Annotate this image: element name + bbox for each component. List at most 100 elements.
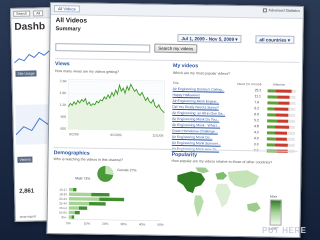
age-category-label: 25-34: [59, 197, 67, 201]
female-bar: [68, 201, 90, 206]
demographics-chart: Female 27% Male 73% 13-1718-2425-3435-4445…: [59, 165, 164, 227]
attention-negative-fill: [275, 143, 288, 147]
female-bar: [68, 206, 79, 210]
x-tick-label: 10%: [84, 222, 91, 226]
attention-bar: [266, 137, 295, 141]
male-bar: [89, 201, 106, 206]
views-percent: 5.2: [254, 118, 259, 123]
views-line-chart: 2.6K 1.8K 1.2K 900 6008/2/09 9/13/09 11/1/09: [59, 79, 165, 138]
attention-bar: [267, 89, 296, 93]
video-title-link[interactable]: Air Engineering Monk Engine...: [172, 99, 219, 104]
x-tick-label: 11/1/09: [152, 134, 163, 138]
popularity-title: Popularity: [171, 151, 198, 159]
age-category-label: 35-44: [59, 201, 67, 205]
views-percent: 4.3: [253, 130, 259, 135]
advanced-statistics-toggle[interactable]: Advanced Statistics: [262, 8, 300, 13]
age-category-label: 13-17: [59, 188, 67, 192]
video-title-link[interactable]: Green Homebrew Challenge...: [172, 129, 218, 134]
x-tick-label: 0%: [66, 221, 71, 225]
male-bar: [99, 197, 125, 202]
search-videos-button[interactable]: Search my videos: [154, 43, 198, 54]
date-range-value: Jul 1, 2009 - Nov 5, 2009: [181, 36, 235, 42]
map-legend: [269, 199, 282, 226]
male-label: Male 73%: [75, 176, 90, 180]
date-range-selector[interactable]: Jul 1, 2009 - Nov 5, 2009 ▾: [177, 34, 242, 44]
female-bar: [68, 210, 75, 215]
search-select[interactable]: Search: [13, 10, 31, 17]
chevron-down-icon: ▾: [287, 37, 291, 43]
video-title-link[interactable]: Air Engineering Monk Do...: [172, 135, 213, 140]
demographics-title: Demographics: [53, 150, 90, 157]
male-bar: [78, 206, 88, 210]
tab-all-videos[interactable]: All Videos: [53, 5, 80, 13]
attention-negative-fill: [275, 125, 290, 129]
video-title-link[interactable]: Air Engineering Monk Do You...: [172, 117, 219, 122]
my-videos-question: Which are my most popular videos?: [172, 70, 231, 76]
attention-positive-fill: [266, 143, 276, 147]
views-percent: 7.6: [254, 100, 260, 105]
attention-negative-fill: [276, 119, 289, 123]
attention-positive-fill: [266, 137, 277, 141]
female-bar: [68, 215, 72, 219]
attention-bar: [267, 107, 296, 111]
attention-positive-fill: [266, 131, 275, 135]
male-bar: [91, 192, 110, 197]
female-slice: [105, 165, 114, 176]
visitor-count: 2,861: [19, 188, 35, 195]
chevron-down-icon: ▾: [235, 36, 238, 42]
attention-negative-fill: [278, 101, 290, 105]
male-bar: [73, 187, 77, 192]
attention-positive-fill: [267, 95, 278, 99]
country-selector[interactable]: all countries ▾: [255, 35, 295, 44]
female-bar: [68, 197, 100, 201]
y-tick-label: 1.2K: [59, 103, 67, 107]
attention-positive-fill: [267, 89, 277, 93]
video-title-link[interactable]: Air Engineering Monk Summer...: [172, 141, 221, 146]
search-input[interactable]: [55, 43, 151, 53]
all-videos-window[interactable]: All Videos Advanced Statistics All Video…: [46, 2, 304, 238]
male-bar: [74, 210, 80, 215]
attention-positive-fill: [267, 113, 276, 117]
attention-negative-fill: [274, 131, 288, 135]
x-tick-label: 8/2/09: [69, 132, 79, 136]
views-percent: 4.8: [254, 124, 259, 129]
attention-bar: [267, 125, 296, 129]
video-title-link[interactable]: Did You Really Need a Sunny?: [172, 105, 218, 110]
country-value: all countries: [259, 37, 287, 43]
world-map[interactable]: [170, 164, 267, 227]
attention-bar: [267, 101, 296, 105]
views-percent: 6.2: [254, 106, 260, 111]
video-title-link[interactable]: Air Engineering: an All-in-One Ga...: [172, 111, 225, 116]
video-title-link[interactable]: Air Engineering Monk - What I...: [172, 123, 220, 128]
checkbox-icon[interactable]: [262, 8, 267, 13]
all-select[interactable]: All: [33, 9, 44, 16]
attention-negative-fill: [275, 113, 289, 117]
x-tick-label: 50%: [157, 223, 164, 227]
video-title-link[interactable]: Air Engineering Society's Ceiling...: [173, 87, 225, 92]
backdrop-caption: PUT HERE: [262, 226, 307, 235]
attention-positive-fill: [267, 119, 277, 123]
attention-negative-fill: [275, 89, 292, 93]
col-title-header: Title: [172, 80, 179, 86]
y-tick-label: 600: [60, 127, 66, 131]
page-title: All Videos: [55, 17, 88, 25]
female-bar: [68, 192, 92, 197]
age-category-label: 18-24: [59, 192, 67, 196]
view-report-link[interactable]: view report: [20, 214, 36, 218]
x-tick-label: 9/13/09: [110, 133, 121, 137]
y-tick-label: 1.8K: [60, 91, 68, 95]
attention-bar: [267, 113, 296, 117]
age-category-label: 45-54: [59, 206, 67, 210]
x-tick-label: 30%: [120, 222, 127, 226]
my-videos-table: Title Views (% of total) Attention Air E…: [172, 80, 298, 153]
views-question: How many views are my videos getting?: [54, 69, 120, 75]
summary-title: Summary: [55, 26, 81, 33]
x-tick-label: 40%: [139, 222, 146, 226]
attention-bar: [266, 131, 295, 135]
attention-negative-fill: [277, 95, 290, 99]
video-title-link[interactable]: Happy Halloween!: [173, 93, 201, 97]
visitors-label: Visitors: [17, 156, 33, 163]
age-category-label: 55-64: [59, 211, 67, 215]
views-title: Views: [54, 61, 70, 68]
my-videos-title: My videos: [172, 62, 199, 70]
